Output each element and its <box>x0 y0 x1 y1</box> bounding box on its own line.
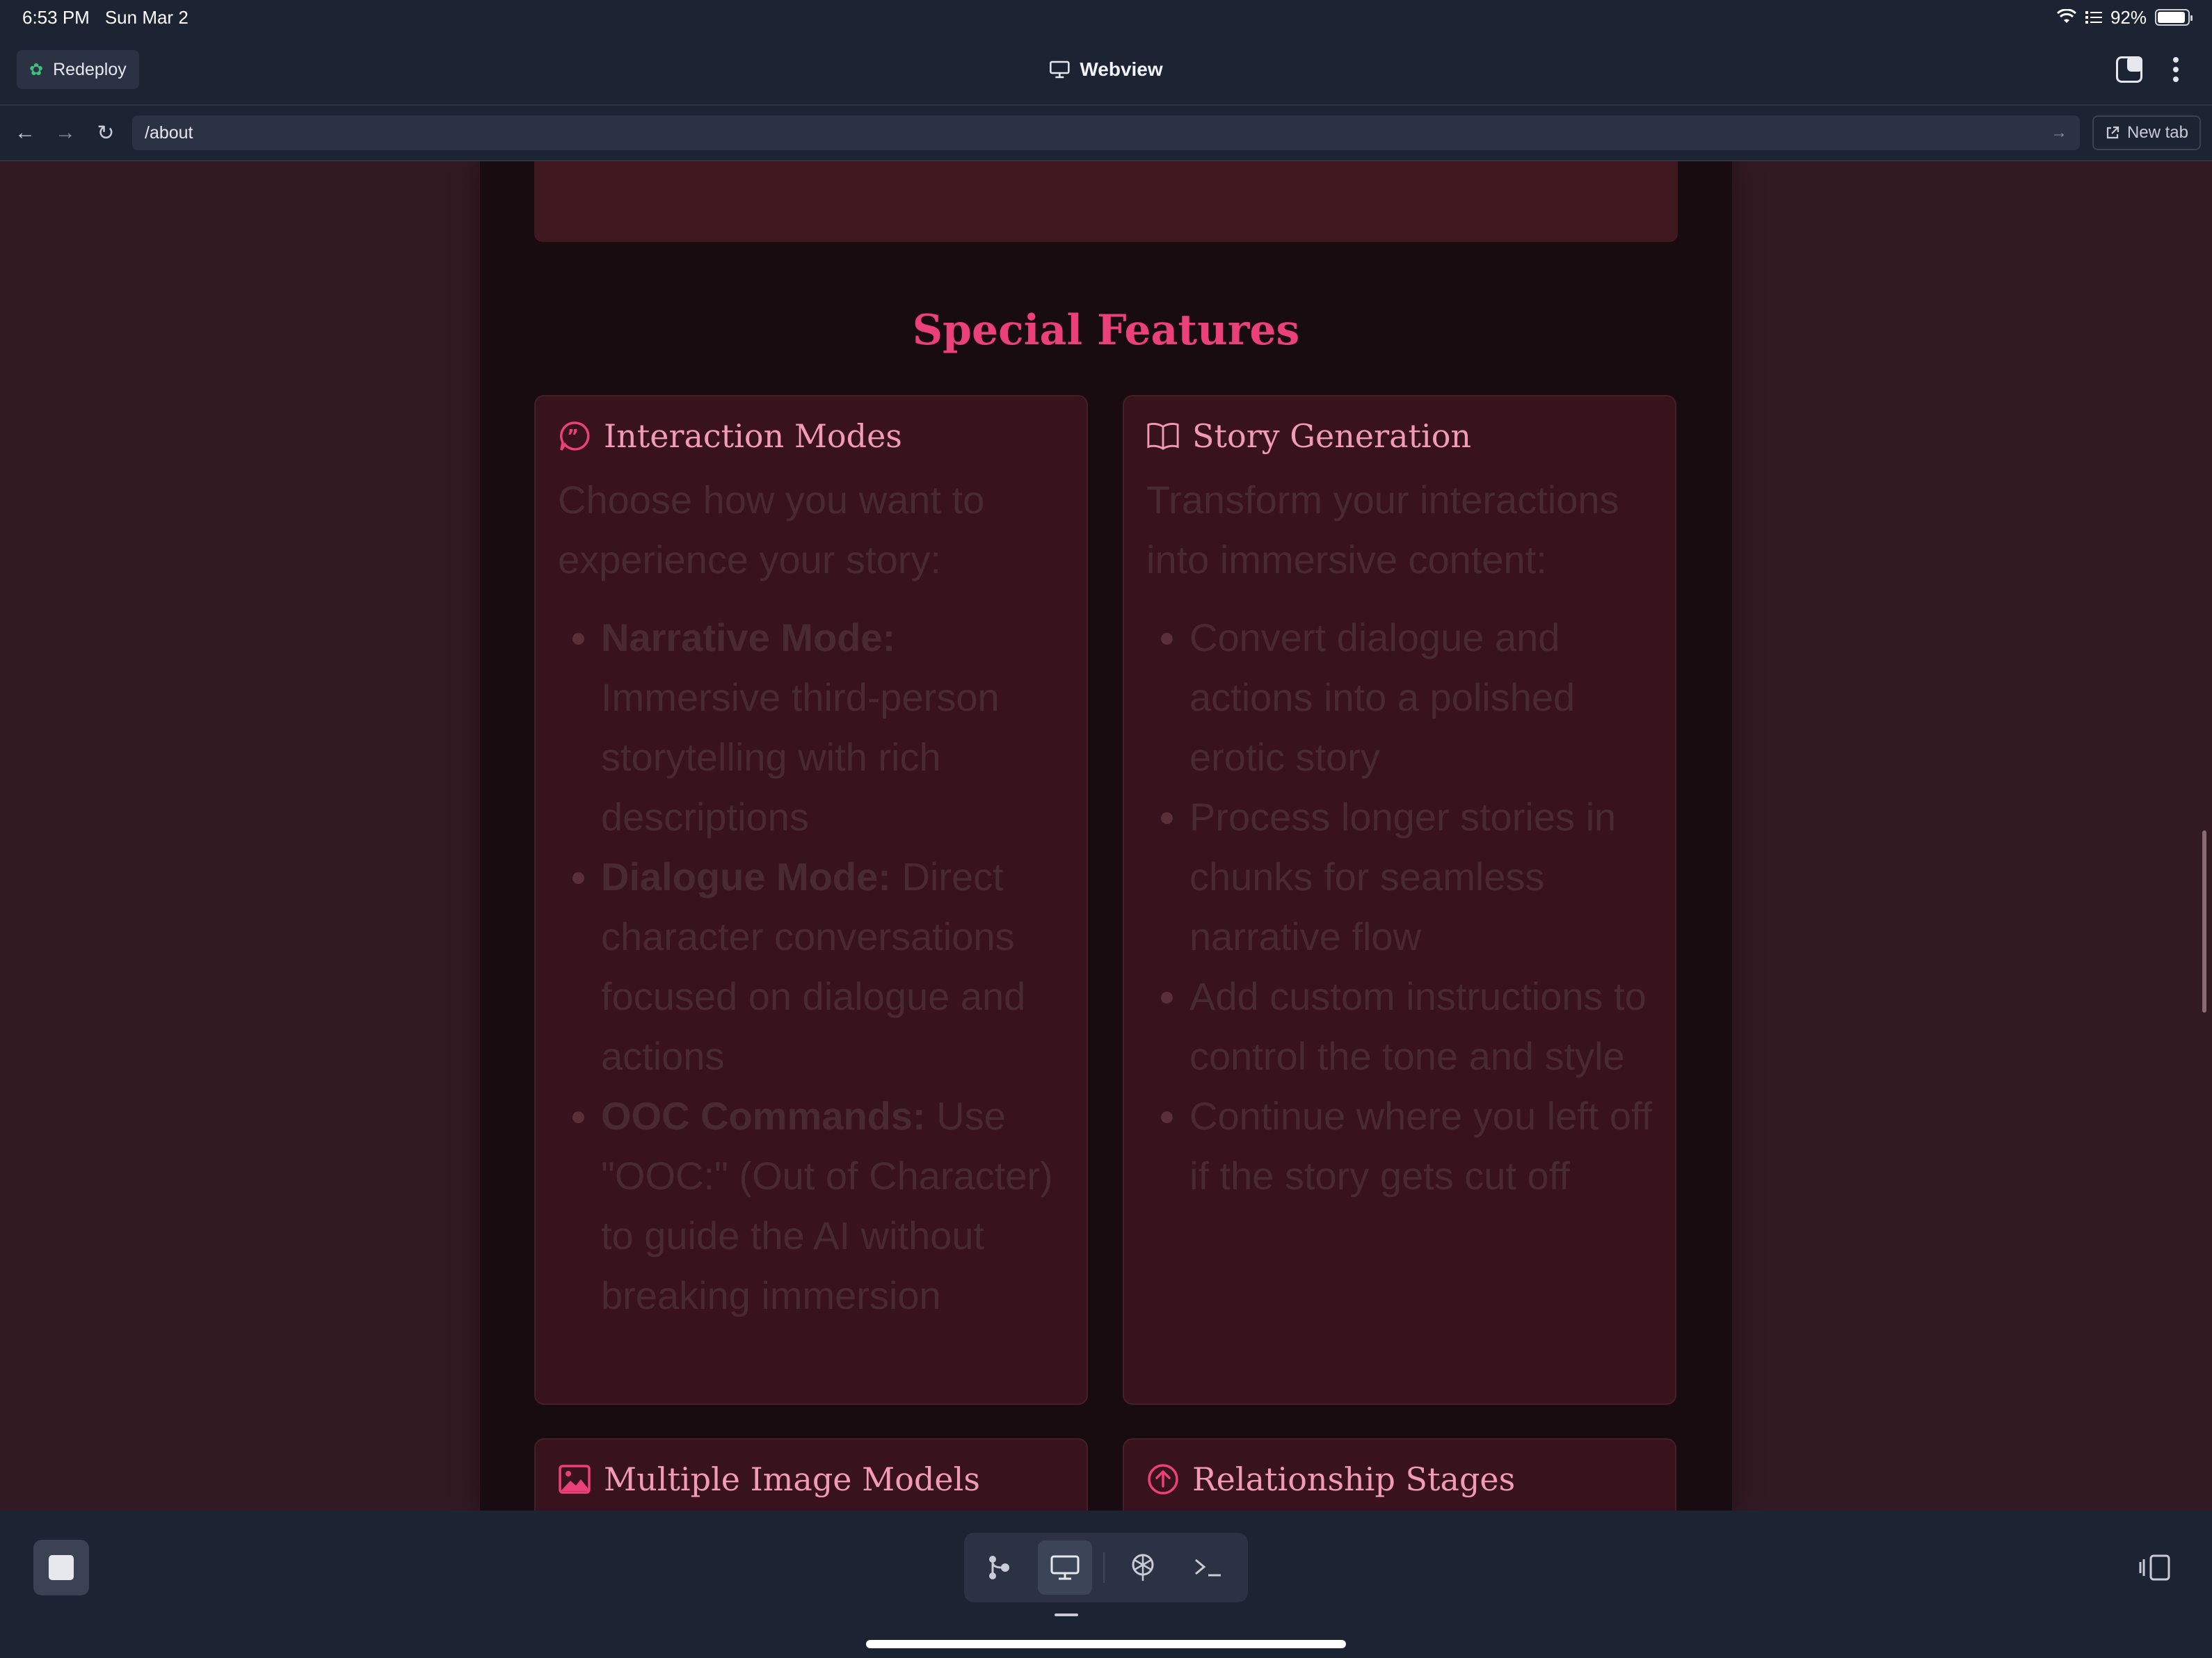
forward-arrow-icon[interactable]: → <box>51 119 79 147</box>
card-header: Story Generation <box>1146 417 1654 455</box>
wifi-icon <box>2056 9 2076 23</box>
list-item: Continue where you left off if the story… <box>1189 1086 1654 1206</box>
feature-card-multiple-image-models: Multiple Image Models <box>534 1438 1088 1511</box>
card-intro: Choose how you want to experience your s… <box>558 478 985 581</box>
url-input[interactable]: /about → <box>132 115 2080 150</box>
stop-button[interactable] <box>33 1540 89 1595</box>
reload-icon[interactable]: ↻ <box>92 119 120 147</box>
list-item: Process longer stories in chunks for sea… <box>1189 787 1654 967</box>
home-indicator[interactable] <box>866 1640 1346 1648</box>
terminal-icon[interactable] <box>1181 1540 1235 1595</box>
webview-title: Webview <box>1049 58 1163 81</box>
dock-divider <box>1103 1552 1105 1583</box>
status-time: 6:53 PM <box>22 6 90 28</box>
bottom-toolbar <box>0 1511 2212 1658</box>
active-tab-indicator <box>1055 1613 1078 1616</box>
quote-bubble-icon: ” <box>558 419 591 453</box>
list-item: Add custom instructions to control the t… <box>1189 967 1654 1086</box>
list-item: OOC Commands: Use "OOC:" (Out of Charact… <box>601 1086 1066 1326</box>
redeploy-icon: ✿ <box>29 60 44 79</box>
battery-icon <box>2155 9 2193 26</box>
app-header: ✿ Redeploy Webview <box>0 35 2212 104</box>
external-link-icon <box>2106 126 2119 139</box>
stop-icon <box>49 1555 74 1580</box>
card-title: Story Generation <box>1192 417 1472 455</box>
feature-card-interaction-modes: ” Interaction Modes Choose how you want … <box>534 395 1088 1405</box>
deploy-icon[interactable] <box>1116 1540 1170 1595</box>
card-header: Relationship Stages <box>1146 1460 1654 1498</box>
webview-title-text: Webview <box>1080 58 1163 80</box>
item-label: Narrative Mode: <box>601 615 896 659</box>
image-icon <box>558 1463 591 1496</box>
item-label: Dialogue Mode: <box>601 855 891 899</box>
monitor-icon <box>1050 61 1070 79</box>
url-bar: ← → ↻ /about → New tab <box>0 104 2212 161</box>
go-arrow-icon[interactable]: → <box>2051 123 2067 143</box>
feature-card-relationship-stages: Relationship Stages <box>1123 1438 1676 1511</box>
focus-icon <box>2085 11 2102 24</box>
svg-text:”: ” <box>567 426 579 447</box>
sidebar-toggle-icon[interactable] <box>2138 1552 2172 1583</box>
feature-list: Narrative Mode: Immersive third-person s… <box>558 608 1066 1326</box>
item-text: Immersive third-person storytelling with… <box>601 675 1000 839</box>
tool-dock <box>964 1533 1248 1602</box>
url-text: /about <box>145 122 193 143</box>
open-book-icon <box>1146 419 1180 453</box>
card-title: Relationship Stages <box>1192 1460 1516 1498</box>
card-title: Interaction Modes <box>604 417 902 455</box>
item-label: OOC Commands: <box>601 1094 926 1138</box>
back-arrow-icon[interactable]: ← <box>11 119 39 147</box>
list-item: Convert dialogue and actions into a poli… <box>1189 608 1654 787</box>
page-column: Special Features ” Interaction Modes Cho… <box>480 161 1732 1511</box>
webview-content: Special Features ” Interaction Modes Cho… <box>0 161 2212 1511</box>
more-menu-icon[interactable] <box>2173 57 2179 82</box>
redeploy-button[interactable]: ✿ Redeploy <box>17 50 139 89</box>
tabs-icon[interactable] <box>2116 56 2142 83</box>
new-tab-label: New tab <box>2126 123 2188 142</box>
scrollbar[interactable] <box>2202 830 2206 1013</box>
arrow-up-circle-icon <box>1146 1463 1180 1496</box>
redeploy-label: Redeploy <box>53 59 127 79</box>
card-header: ” Interaction Modes <box>558 417 1066 455</box>
card-header: Multiple Image Models <box>558 1460 1066 1498</box>
feature-list: Convert dialogue and actions into a poli… <box>1146 608 1654 1206</box>
git-branch-icon[interactable] <box>972 1540 1027 1595</box>
new-tab-button[interactable]: New tab <box>2092 115 2201 150</box>
battery-percent: 92% <box>2110 6 2147 28</box>
status-date: Sun Mar 2 <box>104 6 189 28</box>
feature-card-story-generation: Story Generation Transform your interact… <box>1123 395 1676 1405</box>
section-title: Special Features <box>912 306 1300 355</box>
previous-section-card <box>534 161 1678 242</box>
list-item: Narrative Mode: Immersive third-person s… <box>601 608 1066 847</box>
list-item: Dialogue Mode: Direct character conversa… <box>601 847 1066 1086</box>
card-intro: Transform your interactions into immersi… <box>1146 478 1619 581</box>
header-actions <box>2116 56 2179 83</box>
webview-tab-icon[interactable] <box>1038 1540 1092 1595</box>
status-bar: 6:53 PM Sun Mar 2 92% <box>0 0 2212 35</box>
status-right: 92% <box>2056 6 2193 29</box>
card-title: Multiple Image Models <box>604 1460 980 1498</box>
